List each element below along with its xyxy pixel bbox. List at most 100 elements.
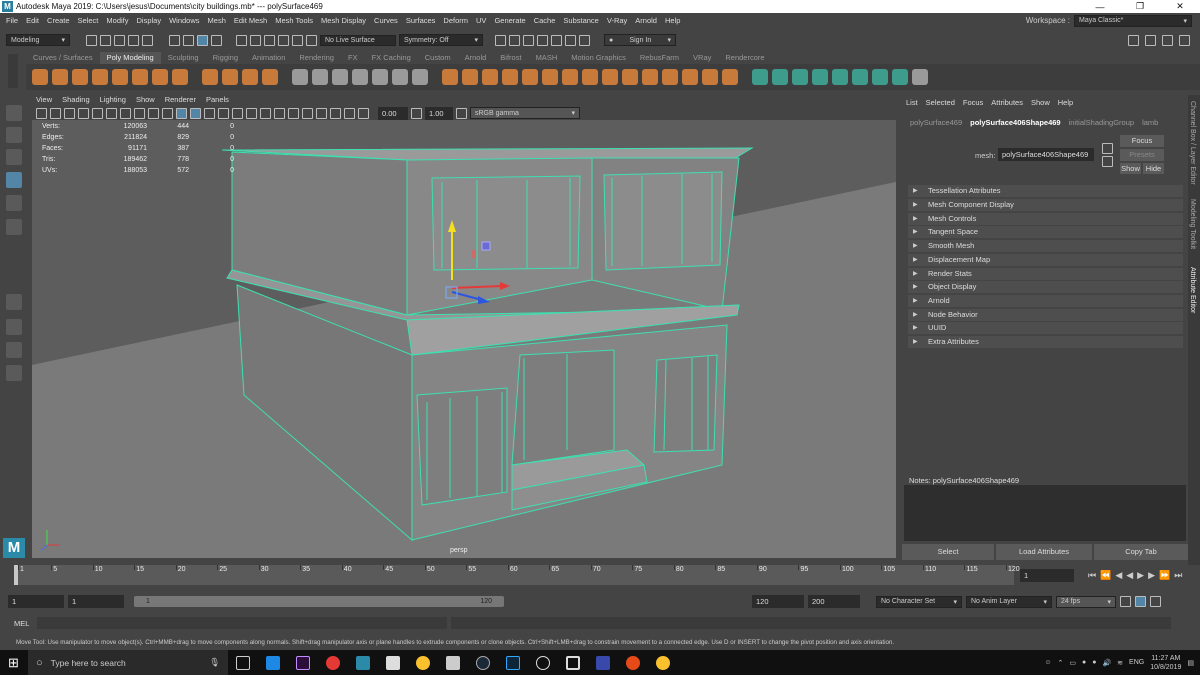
section-extra-attributes[interactable]: Extra Attributes xyxy=(908,336,1183,348)
section-tessellation-attributes[interactable]: Tessellation Attributes xyxy=(908,185,1183,197)
vp-menu-show[interactable]: Show xyxy=(136,95,155,106)
poly-text-icon[interactable] xyxy=(242,69,258,85)
ambient-occlusion-icon[interactable] xyxy=(274,107,285,119)
shelf-tab-bifrost[interactable]: Bifrost xyxy=(493,52,528,64)
motion-blur-icon[interactable] xyxy=(288,107,299,119)
menu-windows[interactable]: Windows xyxy=(169,16,199,25)
mel-label[interactable]: MEL xyxy=(14,619,29,628)
show-button[interactable]: Show xyxy=(1120,163,1141,174)
task-view-icon[interactable] xyxy=(236,655,250,670)
step-forward-frame-icon[interactable]: ▶ xyxy=(1148,570,1155,581)
shelf-options-icon[interactable] xyxy=(8,54,18,88)
poly-disc-icon[interactable] xyxy=(152,69,168,85)
vp-menu-view[interactable]: View xyxy=(36,95,52,106)
go-to-start-icon[interactable]: ⏮ xyxy=(1088,570,1096,581)
loop-icon[interactable] xyxy=(1120,596,1131,607)
snap-view-plane-icon[interactable] xyxy=(278,34,289,46)
ae-menu-attributes[interactable]: Attributes xyxy=(991,98,1023,107)
bevel-icon[interactable] xyxy=(482,69,498,85)
ae-menu-selected[interactable]: Selected xyxy=(926,98,955,107)
section-mesh-component-display[interactable]: Mesh Component Display xyxy=(908,199,1183,211)
cleanup-icon[interactable] xyxy=(772,69,788,85)
copy-tab-button[interactable]: Copy Tab xyxy=(1094,544,1188,560)
app-icon-3[interactable] xyxy=(566,655,580,670)
quad-draw-icon[interactable] xyxy=(662,69,678,85)
menuset-dropdown[interactable]: Modeling ▾ xyxy=(6,34,70,46)
menu-arnold[interactable]: Arnold xyxy=(635,16,657,25)
resolution-gate-icon[interactable] xyxy=(120,107,131,119)
image-plane-icon[interactable] xyxy=(78,107,89,119)
textured-icon[interactable] xyxy=(232,107,243,119)
sweep-mesh-icon[interactable] xyxy=(222,69,238,85)
vp-menu-shading[interactable]: Shading xyxy=(62,95,90,106)
menu-cache[interactable]: Cache xyxy=(534,16,556,25)
playback-start-field[interactable]: 1 xyxy=(68,595,124,608)
section-object-display[interactable]: Object Display xyxy=(908,281,1183,293)
menu-mesh-tools[interactable]: Mesh Tools xyxy=(275,16,313,25)
xray-joints-icon[interactable] xyxy=(344,107,355,119)
fill-hole-icon[interactable] xyxy=(502,69,518,85)
shelf-tab-rigging[interactable]: Rigging xyxy=(206,52,245,64)
side-tab-modeling-toolkit[interactable]: Modeling Toolkit xyxy=(1189,199,1196,249)
symmetry-dropdown[interactable]: Symmetry: Off ▾ xyxy=(399,34,483,46)
lock-selection-icon[interactable] xyxy=(211,34,222,46)
wedge-icon[interactable] xyxy=(702,69,718,85)
isolate-select-icon[interactable] xyxy=(316,107,327,119)
shelf-tab-arnold[interactable]: Arnold xyxy=(458,52,494,64)
exposure-field[interactable]: 0.00 xyxy=(378,106,408,120)
fps-dropdown[interactable]: 24 fps ▾ xyxy=(1056,595,1116,608)
pause-icon[interactable] xyxy=(579,34,590,46)
range-slider[interactable]: 1 120 xyxy=(134,596,504,607)
character-set-dropdown[interactable]: No Character Set ▾ xyxy=(876,595,962,608)
collapse-icon[interactable] xyxy=(582,69,598,85)
premiere-icon[interactable] xyxy=(296,655,310,670)
shelf-tab-sculpting[interactable]: Sculpting xyxy=(161,52,206,64)
menu-select[interactable]: Select xyxy=(78,16,99,25)
snap-curve-icon[interactable] xyxy=(250,34,261,46)
section-displacement-map[interactable]: Displacement Map xyxy=(908,254,1183,266)
bookmark-icon[interactable] xyxy=(64,107,75,119)
ae-tab-lambert[interactable]: lamb xyxy=(1142,118,1158,127)
shelf-tab-rebusfarm[interactable]: RebusFarm xyxy=(633,52,686,64)
wireframe-on-shaded-icon[interactable] xyxy=(218,107,229,119)
outliner-icon[interactable] xyxy=(6,365,22,381)
calculator-icon[interactable] xyxy=(446,655,460,670)
open-scene-icon[interactable] xyxy=(100,34,111,46)
microphone-icon[interactable]: 🎙 xyxy=(209,657,220,668)
notes-textarea[interactable] xyxy=(904,485,1186,541)
menu-mesh[interactable]: Mesh xyxy=(208,16,226,25)
ipr-render-icon[interactable] xyxy=(523,34,534,46)
snap-grid-icon[interactable] xyxy=(236,34,247,46)
shelf-tab-fx-caching[interactable]: FX Caching xyxy=(365,52,418,64)
poke-icon[interactable] xyxy=(682,69,698,85)
store-icon[interactable] xyxy=(386,655,400,670)
vp-menu-panels[interactable]: Panels xyxy=(206,95,229,106)
section-node-behavior[interactable]: Node Behavior xyxy=(908,309,1183,321)
chrome-icon[interactable] xyxy=(416,655,430,670)
boolean-union-icon[interactable] xyxy=(352,69,368,85)
side-tab-attribute-editor[interactable]: Attribute Editor xyxy=(1189,267,1196,313)
playback-end-field[interactable]: 120 xyxy=(752,595,804,608)
tray-app-icon[interactable]: ● xyxy=(1082,659,1086,666)
select-object-icon[interactable] xyxy=(183,34,194,46)
shelf-tab-motion-graphics[interactable]: Motion Graphics xyxy=(564,52,633,64)
tray-app-icon-2[interactable]: ● xyxy=(1092,659,1096,666)
go-to-end-icon[interactable]: ⏭ xyxy=(1174,570,1182,581)
multi-cut-icon[interactable] xyxy=(602,69,618,85)
use-all-lights-icon[interactable] xyxy=(246,107,257,119)
section-render-stats[interactable]: Render Stats xyxy=(908,268,1183,280)
quadrangulate-icon[interactable] xyxy=(812,69,828,85)
ae-tab-shape[interactable]: polySurface406Shape469 xyxy=(970,118,1060,127)
language-indicator[interactable]: ENG xyxy=(1129,659,1144,666)
move-tool-icon[interactable] xyxy=(6,172,22,188)
shelf-tab-rendering[interactable]: Rendering xyxy=(292,52,341,64)
checker-icon[interactable] xyxy=(872,69,888,85)
network-icon[interactable]: ▭ xyxy=(1069,659,1076,667)
poly-torus-icon[interactable] xyxy=(112,69,128,85)
play-forward-icon[interactable]: ▶ xyxy=(1137,570,1144,581)
snap-surface-icon[interactable] xyxy=(292,34,303,46)
film-gate-icon[interactable] xyxy=(106,107,117,119)
maya-taskbar-icon[interactable] xyxy=(356,655,370,670)
chrome-icon-2[interactable] xyxy=(656,655,670,670)
ae-tab-shading-group[interactable]: initialShadingGroup xyxy=(1069,118,1134,127)
